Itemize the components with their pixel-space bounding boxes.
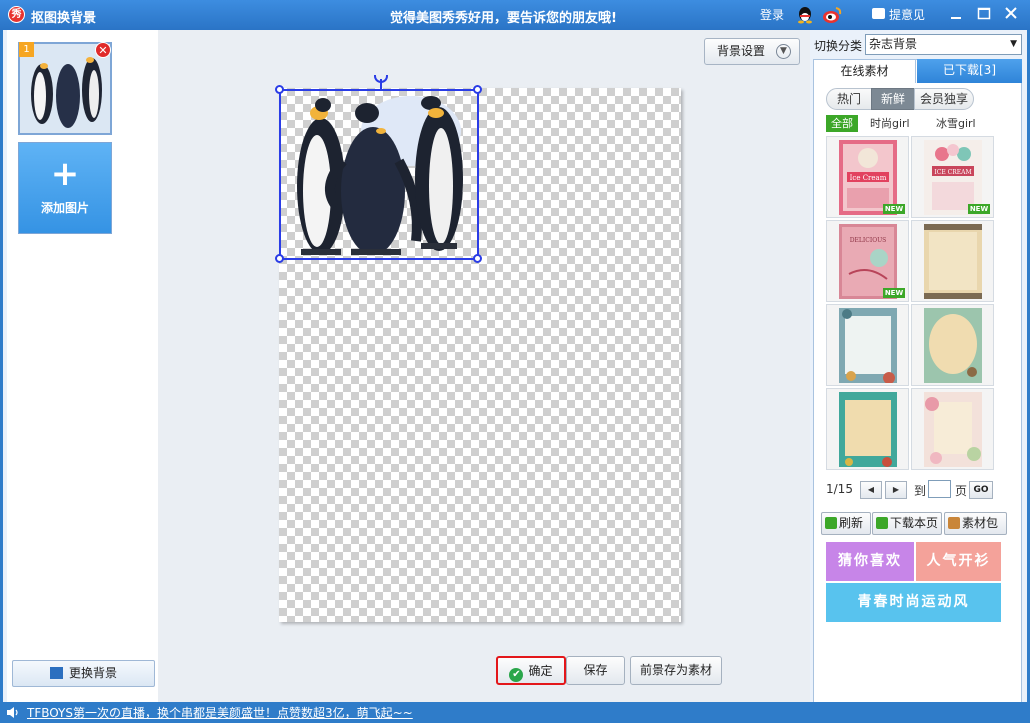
feedback-icon xyxy=(872,8,885,19)
material-tile[interactable]: ICE CREAM NEW xyxy=(911,136,994,218)
promo-guess-you-like[interactable]: 猜你喜欢 xyxy=(826,542,914,581)
background-settings-label: 背景设置 xyxy=(717,44,766,58)
material-tile[interactable] xyxy=(911,388,994,470)
save-button[interactable]: 保存 xyxy=(566,656,625,685)
prev-page-button[interactable]: ◀ xyxy=(860,481,882,499)
chevron-down-icon: ▼ xyxy=(776,44,791,59)
app-title: 抠图换背景 xyxy=(31,11,97,26)
penguin-thumbnail-image xyxy=(20,44,110,133)
page-suffix-label: 页 xyxy=(955,484,968,498)
go-button[interactable]: GO xyxy=(969,481,993,499)
maximize-icon xyxy=(977,7,991,20)
material-preview-image xyxy=(924,224,982,299)
news-link[interactable]: TFBOYS第一次の直播，换个串都是美颜盛世！点赞数超3亿，萌飞起~~ xyxy=(27,704,413,721)
foreground-selection[interactable] xyxy=(275,75,482,263)
thumbnail-index-badge: 1 xyxy=(19,42,34,57)
material-tile[interactable] xyxy=(911,304,994,386)
confirm-label: 确定 xyxy=(528,664,553,678)
delete-image-icon[interactable]: ✕ xyxy=(95,42,111,58)
material-tile[interactable]: Ice Cream NEW xyxy=(826,136,909,218)
promo-popular-cardigan[interactable]: 人气开衫 xyxy=(916,542,1001,581)
new-badge: NEW xyxy=(968,204,990,214)
app-logo-icon: 秀 xyxy=(8,6,25,23)
login-link[interactable]: 登录 xyxy=(760,6,784,23)
resize-handle-bottom-left[interactable] xyxy=(275,254,284,263)
subtab-member-exclusive[interactable]: 会员独享 xyxy=(914,88,974,110)
next-page-button[interactable]: ▶ xyxy=(885,481,907,499)
tile-caption: DELICIOUS xyxy=(850,237,887,244)
tile-caption: Ice Cream xyxy=(850,174,887,182)
new-badge: NEW xyxy=(883,204,905,214)
confirm-button[interactable]: ✔ 确定 xyxy=(496,656,566,685)
material-pack-label: 素材包 xyxy=(962,516,999,530)
title-bar: 秀 抠图换背景 觉得美图秀秀好用，要告诉您的朋友哦! 登录 提意见 xyxy=(0,0,1030,30)
rotate-handle[interactable] xyxy=(374,75,388,83)
canvas-area: 背景设置 ▼ ✔ 确定 保存 前景存为素材 xyxy=(158,30,810,702)
slogan-text: 觉得美图秀秀好用，要告诉您的朋友哦! xyxy=(390,11,617,26)
material-preview-image xyxy=(839,308,897,383)
refresh-button[interactable]: 刷新 xyxy=(821,512,871,535)
status-bar: TFBOYS第一次の直播，换个串都是美颜盛世！点赞数超3亿，萌飞起~~ xyxy=(0,702,1030,723)
close-button[interactable] xyxy=(1000,4,1022,24)
page-indicator: 1/15 xyxy=(826,482,853,496)
goto-label: 到 xyxy=(914,484,927,498)
download-page-button[interactable]: 下载本页 xyxy=(872,512,942,535)
close-icon xyxy=(1005,7,1017,19)
speaker-icon xyxy=(7,707,18,718)
maximize-button[interactable] xyxy=(973,4,995,24)
image-list-panel: 1 ✕ + 添加图片 更换背景 xyxy=(7,30,161,702)
filter-all[interactable]: 全部 xyxy=(826,115,858,132)
save-as-material-button[interactable]: 前景存为素材 xyxy=(630,656,722,685)
penguin-foreground-image xyxy=(297,96,463,255)
refresh-label: 刷新 xyxy=(839,516,864,530)
material-tile[interactable]: DELICIOUS NEW xyxy=(826,220,909,302)
material-tile[interactable] xyxy=(826,388,909,470)
minimize-button[interactable] xyxy=(945,4,967,24)
category-select[interactable]: 杂志背景 ▼ xyxy=(865,34,1022,55)
category-label: 切换分类 xyxy=(814,39,863,53)
background-settings-button[interactable]: 背景设置 ▼ xyxy=(704,38,800,65)
material-panel: 切换分类 杂志背景 ▼ 在线素材 已下载[3] 热门 新鲜 会员独享 全部 时尚… xyxy=(810,30,1027,721)
change-background-button[interactable]: 更换背景 xyxy=(12,660,155,687)
feedback-link[interactable]: 提意见 xyxy=(889,6,925,23)
material-grid: Ice Cream NEW ICE CREAM NEW DELICIOUS NE… xyxy=(826,136,995,470)
tab-online-materials[interactable]: 在线素材 xyxy=(813,59,916,83)
promo-youth-sport-style[interactable]: 青春时尚运动风 xyxy=(826,583,1001,622)
minimize-icon xyxy=(951,17,961,19)
subtab-new[interactable]: 新鲜 xyxy=(871,88,915,110)
add-image-button[interactable]: + 添加图片 xyxy=(18,142,112,234)
download-icon xyxy=(876,517,888,529)
material-preview-image xyxy=(924,392,982,467)
refresh-icon xyxy=(825,517,837,529)
tab-downloaded[interactable]: 已下载[3] xyxy=(917,59,1022,83)
background-icon xyxy=(49,667,63,679)
resize-handle-bottom-right[interactable] xyxy=(473,254,482,263)
new-badge: NEW xyxy=(883,288,905,298)
filter-ice-girl[interactable]: 冰雪girl xyxy=(936,115,976,132)
material-preview-image xyxy=(839,392,897,467)
page-number-input[interactable] xyxy=(928,480,951,498)
package-icon xyxy=(948,517,960,529)
material-tile[interactable] xyxy=(826,304,909,386)
subtab-hot[interactable]: 热门 xyxy=(826,88,872,110)
resize-handle-top-right[interactable] xyxy=(473,85,482,94)
category-value: 杂志背景 xyxy=(869,37,918,51)
main-frame: 1 ✕ + 添加图片 更换背景 背景设置 ▼ ✔ 确定 保存 前景存为素材 切换… xyxy=(0,30,1030,721)
material-pack-button[interactable]: 素材包 xyxy=(944,512,1007,535)
plus-icon: + xyxy=(50,154,80,194)
add-image-label: 添加图片 xyxy=(40,201,89,215)
filter-fashion-girl[interactable]: 时尚girl xyxy=(870,115,910,132)
change-background-label: 更换背景 xyxy=(68,666,117,680)
checkmark-icon: ✔ xyxy=(509,668,524,682)
resize-handle-top-left[interactable] xyxy=(275,85,284,94)
tile-caption: ICE CREAM xyxy=(934,169,971,176)
material-preview-image xyxy=(924,308,982,383)
qq-icon[interactable] xyxy=(797,6,813,24)
download-page-label: 下载本页 xyxy=(890,516,939,530)
weibo-icon[interactable] xyxy=(822,6,842,24)
dropdown-arrow-icon: ▼ xyxy=(1010,39,1017,49)
material-tile[interactable] xyxy=(911,220,994,302)
